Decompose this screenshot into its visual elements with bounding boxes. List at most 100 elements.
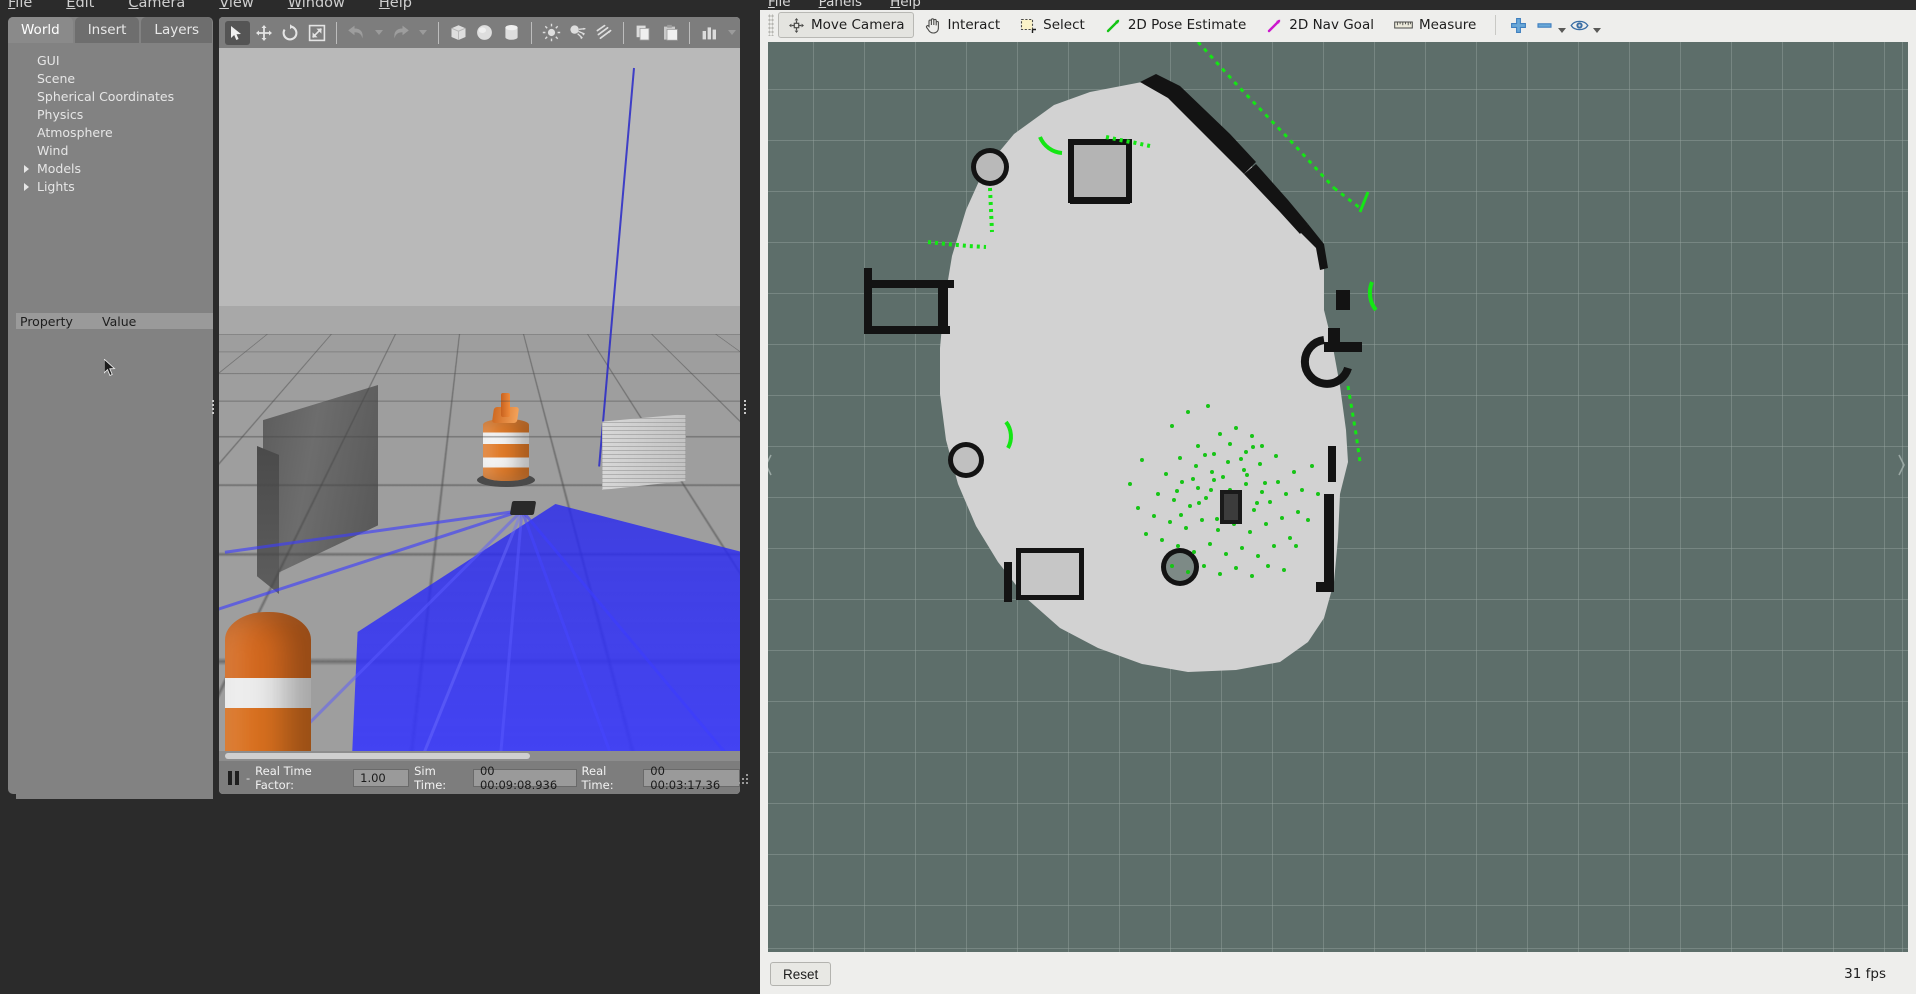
tree-item-lights[interactable]: Lights <box>8 180 213 194</box>
viewport-horizontal-scrollbar[interactable] <box>219 751 740 761</box>
toolbar-drag-handle[interactable] <box>768 14 774 36</box>
pose-estimate-arrow-icon <box>1106 19 1120 32</box>
scene-object-shelf[interactable] <box>602 414 686 490</box>
move-camera-icon <box>789 17 804 33</box>
real-time-value: 00 00:03:17.36 <box>643 764 740 792</box>
gazebo-menu-help[interactable]: Help <box>379 0 412 11</box>
tool-move-camera[interactable]: Move Camera <box>778 12 915 38</box>
property-table-body <box>16 329 213 799</box>
gazebo-status-bar: - Real Time Factor: 1.00 Sim Time: 00 00… <box>219 761 740 794</box>
tree-item-spherical-coordinates[interactable]: Spherical Coordinates <box>8 90 213 104</box>
rotate-mode-button[interactable] <box>278 21 303 45</box>
tree-item-atmosphere[interactable]: Atmosphere <box>8 126 213 140</box>
insert-cylinder-button[interactable] <box>499 21 524 45</box>
tree-item-wind[interactable]: Wind <box>8 144 213 158</box>
pause-button[interactable] <box>226 770 241 786</box>
desktop-root: File Edit Camera View Window Help World … <box>0 0 1916 994</box>
snap-menu-caret-icon[interactable] <box>727 30 736 35</box>
tool-2d-pose-estimate[interactable]: 2D Pose Estimate <box>1095 12 1256 38</box>
redo-history-caret-icon[interactable] <box>419 30 428 35</box>
tree-item-gui[interactable]: GUI <box>8 54 213 68</box>
scene-object-robot[interactable] <box>509 501 537 515</box>
tool-label: 2D Nav Goal <box>1289 17 1374 33</box>
tab-world[interactable]: World <box>8 17 73 43</box>
scene-object-barrel-foreground[interactable] <box>219 612 311 761</box>
tool-measure[interactable]: Measure <box>1384 12 1486 38</box>
gazebo-menu-file[interactable]: File <box>8 0 32 11</box>
tool-label: Interact <box>947 17 1001 33</box>
tree-item-models[interactable]: Models <box>8 162 213 176</box>
view-collapse-left-handle[interactable] <box>768 452 773 478</box>
gazebo-toolbar <box>219 17 740 48</box>
column-header-value[interactable]: Value <box>98 314 136 329</box>
rviz-3d-view[interactable] <box>768 42 1908 952</box>
insert-box-button[interactable] <box>446 21 471 45</box>
copy-button[interactable] <box>631 21 656 45</box>
real-time-label: Real Time: <box>581 763 614 792</box>
point-light-button[interactable] <box>539 21 564 45</box>
property-table-header: Property Value <box>16 313 213 329</box>
rviz-menu-panels[interactable]: Panels <box>819 0 862 10</box>
rviz-status-bar: Reset 31 fps <box>760 954 1916 994</box>
panel-resize-handle-left[interactable] <box>212 398 218 414</box>
select-rect-icon <box>1021 18 1037 33</box>
translate-mode-button[interactable] <box>252 21 277 45</box>
remove-tool-button[interactable] <box>1531 13 1557 37</box>
scene-object-construction-barrel[interactable] <box>477 393 535 487</box>
tree-item-physics[interactable]: Physics <box>8 108 213 122</box>
window-resize-grip[interactable] <box>738 774 750 786</box>
rviz-toolbar: Move Camera Interact Select 2D Pose Esti… <box>760 10 1916 40</box>
spot-light-button[interactable] <box>565 21 590 45</box>
remove-tool-icon <box>1537 22 1552 28</box>
tool-interact[interactable]: Interact <box>914 12 1010 38</box>
tool-label: Move Camera <box>811 17 905 33</box>
toolbar-separator <box>336 21 338 44</box>
column-header-property[interactable]: Property <box>16 314 98 329</box>
scene-sky <box>219 48 740 306</box>
gazebo-menu-view[interactable]: View <box>219 0 253 11</box>
tool-2d-nav-goal[interactable]: 2D Nav Goal <box>1256 12 1384 38</box>
rviz-menu-help[interactable]: Help <box>890 0 921 10</box>
tool-select[interactable]: Select <box>1010 12 1095 38</box>
insert-sphere-button[interactable] <box>473 21 498 45</box>
gazebo-3d-viewport[interactable] <box>219 48 740 761</box>
undo-button[interactable] <box>344 21 369 45</box>
toolbar-separator <box>689 21 691 44</box>
undo-history-caret-icon[interactable] <box>374 30 383 35</box>
rviz-menu-file[interactable]: File <box>768 0 791 10</box>
redo-button[interactable] <box>389 21 414 45</box>
scale-mode-button[interactable] <box>305 21 330 45</box>
gazebo-menu-camera[interactable]: Camera <box>128 0 185 11</box>
fps-indicator: 31 fps <box>1844 966 1886 982</box>
remove-tool-caret-icon[interactable] <box>1558 27 1567 33</box>
focus-camera-caret-icon[interactable] <box>1593 27 1602 33</box>
directional-light-button[interactable] <box>592 21 617 45</box>
tree-item-scene[interactable]: Scene <box>8 72 213 86</box>
align-button[interactable] <box>697 21 722 45</box>
tab-insert[interactable]: Insert <box>74 17 140 43</box>
gazebo-world-tree: GUI Scene Spherical Coordinates Physics … <box>8 43 213 306</box>
add-tool-icon <box>1510 17 1526 33</box>
scene-horizon <box>219 306 740 334</box>
expand-arrow-icon[interactable] <box>24 165 29 173</box>
tool-label: Select <box>1043 17 1085 33</box>
paste-button[interactable] <box>658 21 683 45</box>
panel-resize-handle-right[interactable] <box>744 398 750 414</box>
barrel-handle <box>501 393 510 417</box>
gazebo-menu-window[interactable]: Window <box>288 0 345 11</box>
toolbar-separator <box>438 21 440 44</box>
view-collapse-right-handle[interactable] <box>1897 452 1906 478</box>
scene-object-wall-side[interactable] <box>257 446 279 594</box>
focus-camera-button[interactable] <box>1566 13 1592 37</box>
barrel-drum <box>225 612 311 761</box>
tab-layers[interactable]: Layers <box>141 17 213 43</box>
select-mode-button[interactable] <box>225 20 250 45</box>
gazebo-menu-edit[interactable]: Edit <box>66 0 94 11</box>
sim-time-label: Sim Time: <box>414 763 447 792</box>
add-tool-button[interactable] <box>1505 13 1531 37</box>
expand-arrow-icon[interactable] <box>24 183 29 191</box>
shelf-texture <box>602 414 686 490</box>
sim-time-value: 00 00:09:08.936 <box>472 764 577 792</box>
reset-button[interactable]: Reset <box>770 962 832 986</box>
barrel-drum <box>483 419 529 481</box>
